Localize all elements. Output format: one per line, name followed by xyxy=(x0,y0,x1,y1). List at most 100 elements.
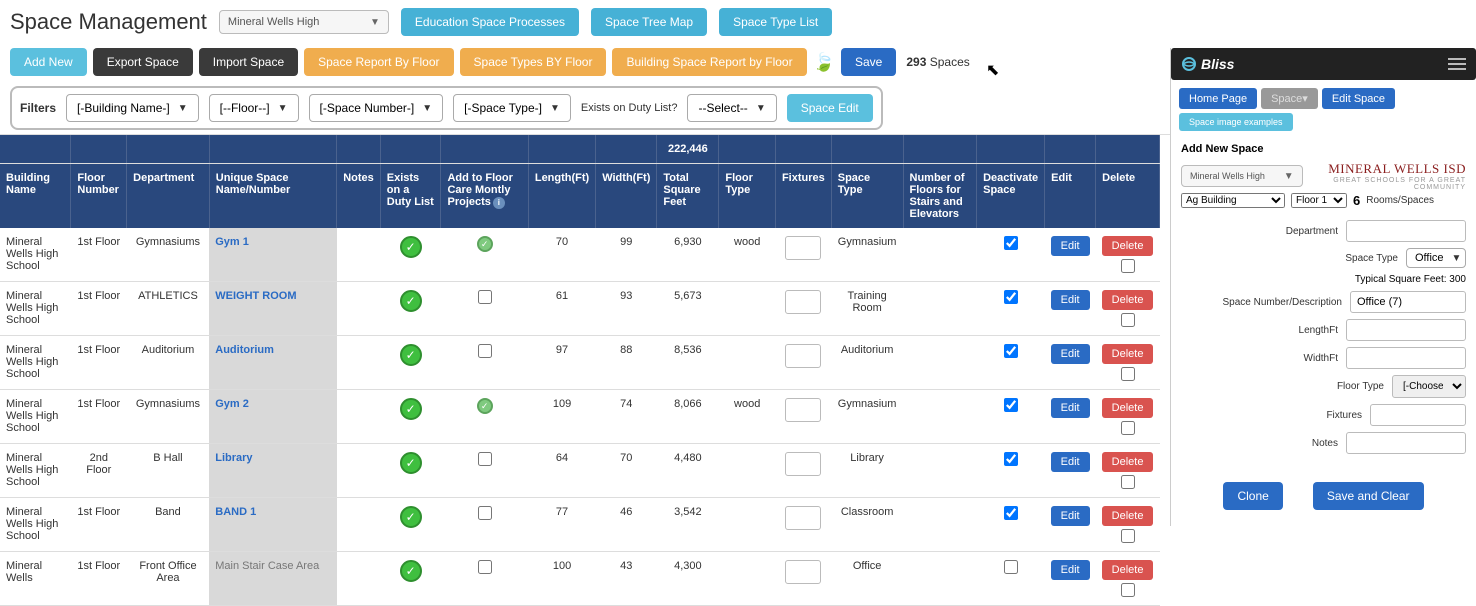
delete-row-checkbox[interactable] xyxy=(1121,313,1135,327)
delete-row-checkbox[interactable] xyxy=(1121,259,1135,273)
side-building-select[interactable]: Mineral Wells High▼ xyxy=(1181,165,1303,187)
filter-floor[interactable]: [--Floor--]▼ xyxy=(209,94,299,122)
notes-input[interactable] xyxy=(1346,432,1466,454)
cell-unique-space[interactable]: Auditorium xyxy=(209,336,336,390)
filter-space-type[interactable]: [-Space Type-]▼ xyxy=(453,94,571,122)
col-deactivate[interactable]: Deactivate Space xyxy=(977,164,1045,229)
col-edit[interactable]: Edit xyxy=(1045,164,1096,229)
col-length[interactable]: Length(Ft) xyxy=(528,164,595,229)
save-and-clear-button[interactable]: Save and Clear xyxy=(1313,482,1424,510)
space-edit-button[interactable]: Space Edit xyxy=(787,94,873,122)
edit-row-button[interactable]: Edit xyxy=(1051,236,1090,256)
fixtures-row-input[interactable] xyxy=(785,236,821,260)
cell-unique-space[interactable]: Main Stair Case Area xyxy=(209,552,336,606)
fixtures-row-input[interactable] xyxy=(785,506,821,530)
edit-row-button[interactable]: Edit xyxy=(1051,452,1090,472)
add-floorcare-checkbox[interactable] xyxy=(478,560,492,574)
education-space-processes-button[interactable]: Education Space Processes xyxy=(401,8,579,36)
cell-unique-space[interactable]: Gym 2 xyxy=(209,390,336,444)
delete-row-button[interactable]: Delete xyxy=(1102,560,1154,580)
side-edit-space-button[interactable]: Edit Space xyxy=(1322,88,1395,109)
col-fixtures[interactable]: Fixtures xyxy=(775,164,831,229)
deactivate-checkbox[interactable] xyxy=(1004,506,1018,520)
col-exists-duty[interactable]: Exists on a Duty List xyxy=(380,164,441,229)
delete-row-checkbox[interactable] xyxy=(1121,367,1135,381)
fixtures-row-input[interactable] xyxy=(785,560,821,584)
add-floorcare-checkbox[interactable] xyxy=(478,452,492,466)
fixtures-row-input[interactable] xyxy=(785,344,821,368)
filter-space-number[interactable]: [-Space Number-]▼ xyxy=(309,94,444,122)
col-notes[interactable]: Notes xyxy=(337,164,381,229)
save-button[interactable]: Save xyxy=(841,48,896,76)
lengthft-input[interactable] xyxy=(1346,319,1466,341)
col-total-sqft[interactable]: Total Square Feet xyxy=(657,164,719,229)
col-department[interactable]: Department xyxy=(127,164,210,229)
delete-row-checkbox[interactable] xyxy=(1121,529,1135,543)
delete-row-button[interactable]: Delete xyxy=(1102,290,1154,310)
delete-row-button[interactable]: Delete xyxy=(1102,452,1154,472)
side-examples-button[interactable]: Space image examples xyxy=(1179,113,1293,131)
delete-row-button[interactable]: Delete xyxy=(1102,398,1154,418)
edit-row-button[interactable]: Edit xyxy=(1051,506,1090,526)
col-floor-number[interactable]: Floor Number xyxy=(71,164,127,229)
delete-row-checkbox[interactable] xyxy=(1121,583,1135,597)
deactivate-checkbox[interactable] xyxy=(1004,398,1018,412)
space-type-list-button[interactable]: Space Type List xyxy=(719,8,832,36)
edit-row-button[interactable]: Edit xyxy=(1051,290,1090,310)
space-tree-map-button[interactable]: Space Tree Map xyxy=(591,8,707,36)
space-number-input[interactable] xyxy=(1350,291,1466,313)
deactivate-checkbox[interactable] xyxy=(1004,344,1018,358)
edit-row-button[interactable]: Edit xyxy=(1051,344,1090,364)
space-report-by-floor-button[interactable]: Space Report By Floor xyxy=(304,48,453,76)
filter-exists-select[interactable]: --Select--▼ xyxy=(687,94,776,122)
delete-row-checkbox[interactable] xyxy=(1121,421,1135,435)
cell-unique-space[interactable]: BAND 1 xyxy=(209,498,336,552)
building-space-report-by-floor-button[interactable]: Building Space Report by Floor xyxy=(612,48,806,76)
side-ag-building-select[interactable]: Ag Building xyxy=(1181,193,1285,208)
side-home-button[interactable]: Home Page xyxy=(1179,88,1257,109)
widthft-input[interactable] xyxy=(1346,347,1466,369)
space-types-by-floor-button[interactable]: Space Types BY Floor xyxy=(460,48,607,76)
col-add-floor-care[interactable]: Add to Floor Care Montly Projectsi xyxy=(441,164,528,229)
add-floorcare-checkbox[interactable] xyxy=(478,344,492,358)
add-new-button[interactable]: Add New xyxy=(10,48,87,76)
delete-row-button[interactable]: Delete xyxy=(1102,506,1154,526)
col-floor-type[interactable]: Floor Type xyxy=(719,164,776,229)
fixtures-row-input[interactable] xyxy=(785,290,821,314)
edit-row-button[interactable]: Edit xyxy=(1051,560,1090,580)
cell-unique-space[interactable]: WEIGHT ROOM xyxy=(209,282,336,336)
col-width[interactable]: Width(Ft) xyxy=(596,164,657,229)
deactivate-checkbox[interactable] xyxy=(1004,452,1018,466)
delete-row-button[interactable]: Delete xyxy=(1102,236,1154,256)
col-building-name[interactable]: Building Name xyxy=(0,164,71,229)
delete-row-button[interactable]: Delete xyxy=(1102,344,1154,364)
side-space-button[interactable]: Space ▾ xyxy=(1261,88,1318,109)
school-select[interactable]: Mineral Wells High ▼ xyxy=(219,10,389,34)
info-icon[interactable]: i xyxy=(493,197,505,209)
import-space-button[interactable]: Import Space xyxy=(199,48,298,76)
col-delete[interactable]: Delete xyxy=(1096,164,1160,229)
add-floorcare-checkbox[interactable] xyxy=(478,506,492,520)
deactivate-checkbox[interactable] xyxy=(1004,290,1018,304)
hamburger-icon[interactable] xyxy=(1448,58,1466,70)
deactivate-checkbox[interactable] xyxy=(1004,560,1018,574)
col-space-type[interactable]: Space Type xyxy=(831,164,903,229)
fixtures-row-input[interactable] xyxy=(785,452,821,476)
fixtures-input[interactable] xyxy=(1370,404,1466,426)
department-input[interactable] xyxy=(1346,220,1466,242)
cell-unique-space[interactable]: Gym 1 xyxy=(209,228,336,282)
space-type-select[interactable]: Office▼ xyxy=(1406,248,1466,268)
deactivate-checkbox[interactable] xyxy=(1004,236,1018,250)
col-num-floors[interactable]: Number of Floors for Stairs and Elevator… xyxy=(903,164,977,229)
edit-row-button[interactable]: Edit xyxy=(1051,398,1090,418)
clone-button[interactable]: Clone xyxy=(1223,482,1282,510)
floor-type-select[interactable]: [-Choose-] xyxy=(1392,375,1466,398)
fixtures-row-input[interactable] xyxy=(785,398,821,422)
export-space-button[interactable]: Export Space xyxy=(93,48,193,76)
col-unique-space[interactable]: Unique Space Name/Number xyxy=(209,164,336,229)
filter-building-name[interactable]: [-Building Name-]▼ xyxy=(66,94,199,122)
side-floor-select[interactable]: Floor 1 xyxy=(1291,193,1347,208)
add-floorcare-checkbox[interactable] xyxy=(478,290,492,304)
cell-unique-space[interactable]: Library xyxy=(209,444,336,498)
delete-row-checkbox[interactable] xyxy=(1121,475,1135,489)
